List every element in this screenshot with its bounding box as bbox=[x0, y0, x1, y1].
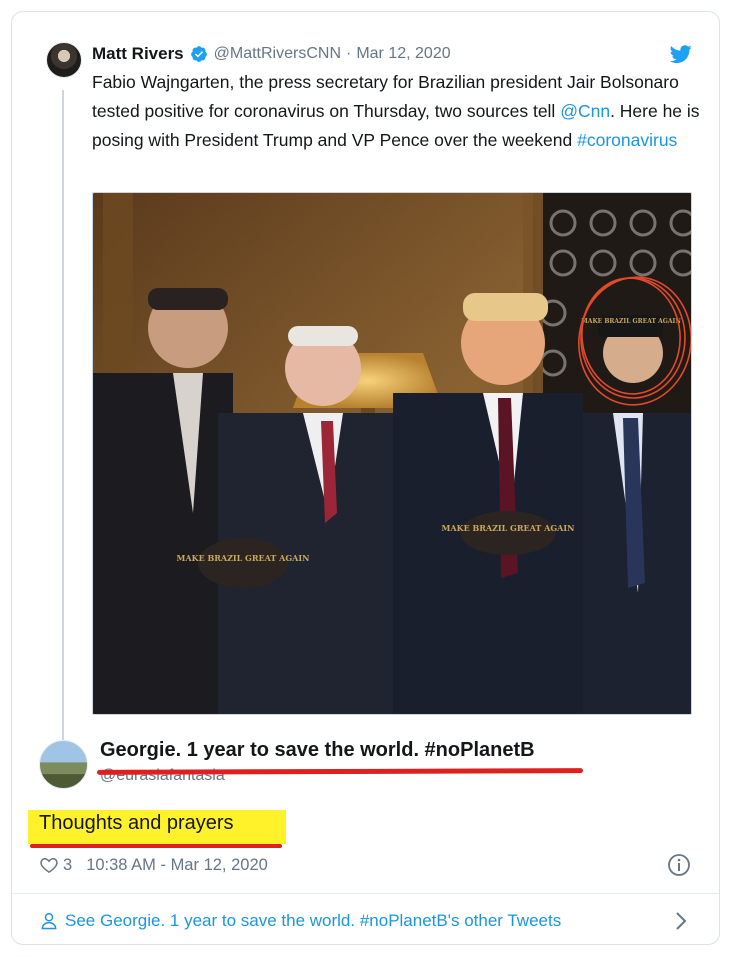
quoted-author-handle[interactable]: @MattRiversCNN bbox=[214, 45, 341, 63]
reply-text: Thoughts and prayers bbox=[39, 812, 234, 834]
reply-meta: 3 10:38 AM - Mar 12, 2020 bbox=[39, 854, 268, 876]
cap-text-center: MAKE BRAZIL GREAT AGAIN bbox=[442, 523, 575, 533]
quoted-tweet-date[interactable]: Mar 12, 2020 bbox=[356, 45, 450, 63]
see-other-tweets-label[interactable]: See Georgie. 1 year to save the world. #… bbox=[65, 911, 561, 931]
hashtag-link[interactable]: #coronavirus bbox=[577, 130, 677, 150]
quoted-tweet-header: Matt Rivers @MattRiversCNN · Mar 12, 202… bbox=[92, 42, 451, 66]
twitter-bird-icon[interactable] bbox=[669, 43, 693, 65]
red-underline-annotation bbox=[96, 768, 584, 775]
red-underline-annotation-2 bbox=[30, 844, 282, 848]
footer-divider bbox=[12, 893, 719, 894]
reply-author-name[interactable]: Georgie. 1 year to save the world. #noPl… bbox=[100, 739, 535, 762]
info-icon[interactable] bbox=[667, 853, 691, 877]
person-icon bbox=[41, 913, 57, 930]
thread-connector-line bbox=[62, 90, 64, 752]
verified-badge-icon bbox=[190, 46, 207, 62]
quoted-author-avatar[interactable] bbox=[46, 42, 82, 78]
cap-text-right: MAKE BRAZIL GREAT AGAIN bbox=[581, 318, 681, 325]
chevron-right-icon[interactable] bbox=[671, 910, 691, 932]
reply-timestamp[interactable]: 10:38 AM - Mar 12, 2020 bbox=[86, 856, 268, 875]
like-count[interactable]: 3 bbox=[63, 856, 72, 875]
quoted-author-name[interactable]: Matt Rivers bbox=[92, 44, 184, 64]
cap-text-left: MAKE BRAZIL GREAT AGAIN bbox=[177, 553, 310, 563]
see-other-tweets-link[interactable]: See Georgie. 1 year to save the world. #… bbox=[39, 909, 561, 933]
tweet-embed-card: Matt Rivers @MattRiversCNN · Mar 12, 202… bbox=[11, 11, 720, 945]
heart-icon[interactable] bbox=[39, 855, 59, 875]
header-separator: · bbox=[346, 45, 352, 62]
tweet-photo[interactable]: MAKE BRAZIL GREAT AGAIN MAKE BRAZIL GREA… bbox=[92, 192, 692, 715]
mention-link[interactable]: @Cnn bbox=[560, 101, 610, 121]
group-photo-illustration: MAKE BRAZIL GREAT AGAIN MAKE BRAZIL GREA… bbox=[93, 193, 691, 714]
reply-author-avatar[interactable] bbox=[39, 740, 88, 789]
quoted-tweet-text: Fabio Wajngarten, the press secretary fo… bbox=[92, 68, 704, 155]
